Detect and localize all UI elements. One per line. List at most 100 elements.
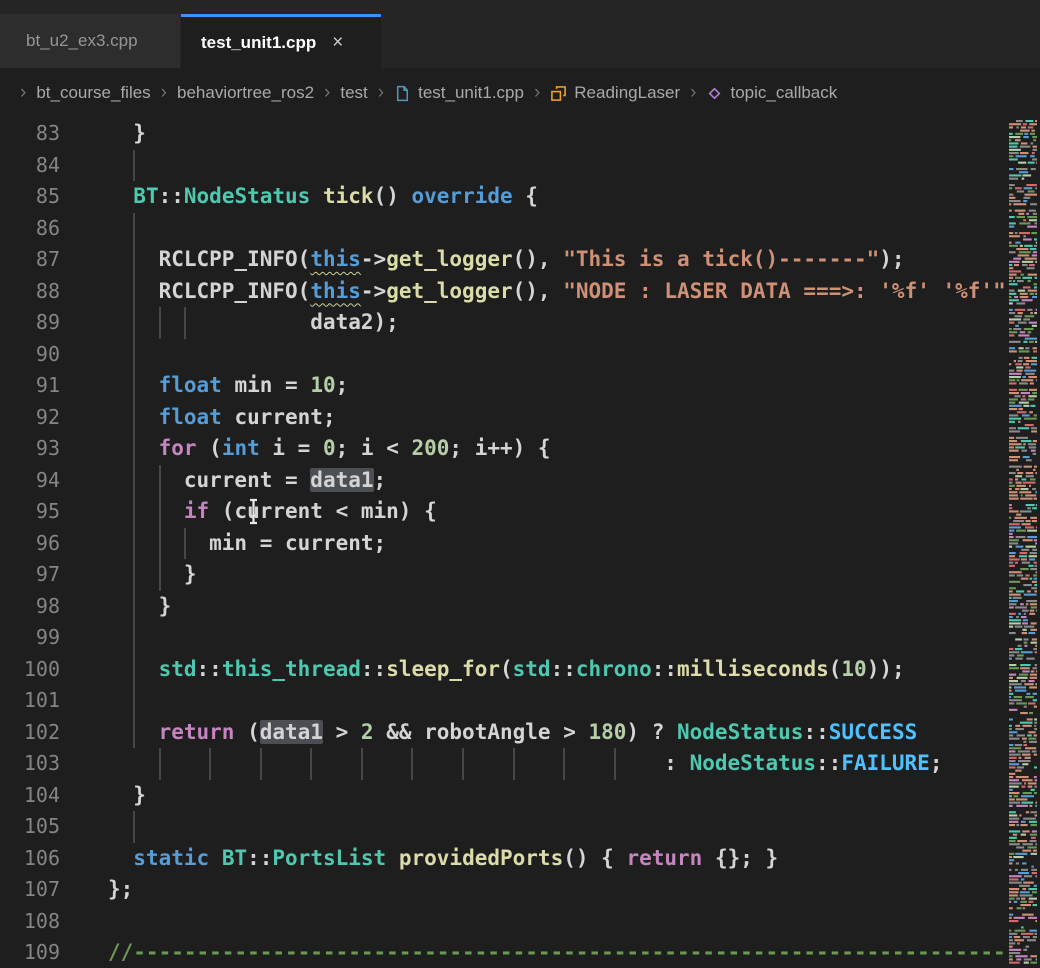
indent-guide <box>159 307 161 339</box>
code-token: ); <box>879 247 904 271</box>
line-number: 91 <box>0 370 60 402</box>
cpp-file-icon <box>394 85 411 102</box>
code-token <box>108 499 184 523</box>
code-line-93[interactable]: 93 for (int i = 0; i < 200; i++) { <box>0 433 1040 465</box>
code-token: -> <box>361 247 386 271</box>
indent-guide <box>133 528 135 560</box>
tab-label: bt_u2_ex3.cpp <box>26 31 138 51</box>
code-line-85[interactable]: 85 BT::NodeStatus tick() override { <box>0 181 1040 213</box>
code-token: "NODE : LASER DATA ===>: '%f' '%f'" <box>563 279 1006 303</box>
code-token: :: <box>247 846 272 870</box>
code-token: return <box>626 846 702 870</box>
code-token: } <box>108 562 197 586</box>
indent-guide <box>133 591 135 623</box>
line-number: 104 <box>0 780 60 812</box>
code-token: NodeStatus <box>690 751 816 775</box>
tab-close-icon[interactable]: × <box>332 32 343 54</box>
indent-guide <box>133 150 135 182</box>
code-token: NodeStatus <box>184 184 310 208</box>
line-number: 95 <box>0 496 60 528</box>
class-symbol-icon <box>550 85 567 102</box>
code-token: ; i++) { <box>449 436 550 460</box>
line-number: 106 <box>0 843 60 875</box>
code-line-83[interactable]: 83 } <box>0 118 1040 150</box>
breadcrumb: ›bt_course_files›behaviortree_ros2›test›… <box>0 68 1040 118</box>
code-line-101[interactable]: 101 <box>0 685 1040 717</box>
code-line-95[interactable]: 95 if (current < min) { <box>0 496 1040 528</box>
code-line-98[interactable]: 98 } <box>0 591 1040 623</box>
code-token: current = <box>108 468 310 492</box>
code-token: i = <box>260 436 323 460</box>
code-line-97[interactable]: 97 } <box>0 559 1040 591</box>
code-line-90[interactable]: 90 <box>0 339 1040 371</box>
code-line-107[interactable]: 107}; <box>0 874 1040 906</box>
code-line-102[interactable]: 102 return (data1 > 2 && robotAngle > 18… <box>0 717 1040 749</box>
breadcrumb-item-behaviortree_ros2[interactable]: behaviortree_ros2 <box>177 83 314 103</box>
tab-bt_u2_ex3-cpp[interactable]: bt_u2_ex3.cpp <box>0 14 180 68</box>
code-token: ; i < <box>336 436 412 460</box>
code-token: this <box>310 279 361 303</box>
code-token: std <box>159 657 197 681</box>
code-token: 0 <box>323 436 336 460</box>
indent-guide <box>133 496 135 528</box>
code-content: }; <box>60 874 1040 906</box>
indent-guide <box>159 496 161 528</box>
code-token: (), <box>513 279 564 303</box>
code-line-87[interactable]: 87 RCLCPP_INFO(this->get_logger(), "This… <box>0 244 1040 276</box>
code-line-84[interactable]: 84 <box>0 150 1040 182</box>
code-line-104[interactable]: 104 } <box>0 780 1040 812</box>
code-content: } <box>60 118 1040 150</box>
code-token: :: <box>551 657 576 681</box>
breadcrumb-item-bt_course_files[interactable]: bt_course_files <box>36 83 150 103</box>
code-line-94[interactable]: 94 current = data1; <box>0 465 1040 497</box>
line-number: 87 <box>0 244 60 276</box>
code-line-92[interactable]: 92 float current; <box>0 402 1040 434</box>
code-token: (current < min) { <box>209 499 437 523</box>
code-line-96[interactable]: 96 min = current; <box>0 528 1040 560</box>
code-token: min = current; <box>108 531 386 555</box>
code-line-109[interactable]: 109//-----------------------------------… <box>0 937 1040 968</box>
code-token: ) ? <box>626 720 677 744</box>
code-token <box>209 846 222 870</box>
code-token: data1 <box>260 720 323 744</box>
breadcrumb-item-test_unit1-cpp[interactable]: test_unit1.cpp <box>394 83 524 103</box>
code-token: > <box>323 720 361 744</box>
line-number: 90 <box>0 339 60 371</box>
code-line-108[interactable]: 108 <box>0 906 1040 938</box>
code-content: } <box>60 780 1040 812</box>
code-line-86[interactable]: 86 <box>0 213 1040 245</box>
indent-guide <box>133 717 135 749</box>
line-number: 109 <box>0 937 60 968</box>
code-line-106[interactable]: 106 static BT::PortsList providedPorts()… <box>0 843 1040 875</box>
code-token: ( <box>500 657 513 681</box>
code-content <box>60 685 1040 717</box>
tab-test_unit1-cpp[interactable]: test_unit1.cpp× <box>181 14 381 68</box>
code-token: data2); <box>108 310 399 334</box>
code-line-91[interactable]: 91 float min = 10; <box>0 370 1040 402</box>
code-line-103[interactable]: 103 : NodeStatus::FAILURE; <box>0 748 1040 780</box>
code-token: () <box>374 184 412 208</box>
line-number: 101 <box>0 685 60 717</box>
code-content: return (data1 > 2 && robotAngle > 180) ?… <box>60 717 1040 749</box>
code-line-99[interactable]: 99 <box>0 622 1040 654</box>
chevron-right-icon: › <box>161 83 167 102</box>
breadcrumb-item-ReadingLaser[interactable]: ReadingLaser <box>550 83 680 103</box>
line-number: 89 <box>0 307 60 339</box>
code-line-88[interactable]: 88 RCLCPP_INFO(this->get_logger(), "NODE… <box>0 276 1040 308</box>
code-line-89[interactable]: 89 data2); <box>0 307 1040 339</box>
minimap[interactable] <box>1007 118 1040 968</box>
breadcrumb-item-topic_callback[interactable]: topic_callback <box>706 83 837 103</box>
breadcrumb-item-test[interactable]: test <box>340 83 367 103</box>
chevron-right-icon: › <box>534 83 540 102</box>
code-content: for (int i = 0; i < 200; i++) { <box>60 433 1040 465</box>
code-content: } <box>60 559 1040 591</box>
code-token: providedPorts <box>399 846 563 870</box>
code-token: override <box>412 184 513 208</box>
code-line-105[interactable]: 105 <box>0 811 1040 843</box>
code-content: static BT::PortsList providedPorts() { r… <box>60 843 1040 875</box>
code-content: float min = 10; <box>60 370 1040 402</box>
code-line-100[interactable]: 100 std::this_thread::sleep_for(std::chr… <box>0 654 1040 686</box>
code-token: RCLCPP_INFO <box>159 247 298 271</box>
code-editor[interactable]: 83 }8485 BT::NodeStatus tick() override … <box>0 118 1040 968</box>
code-token: ( <box>234 720 259 744</box>
